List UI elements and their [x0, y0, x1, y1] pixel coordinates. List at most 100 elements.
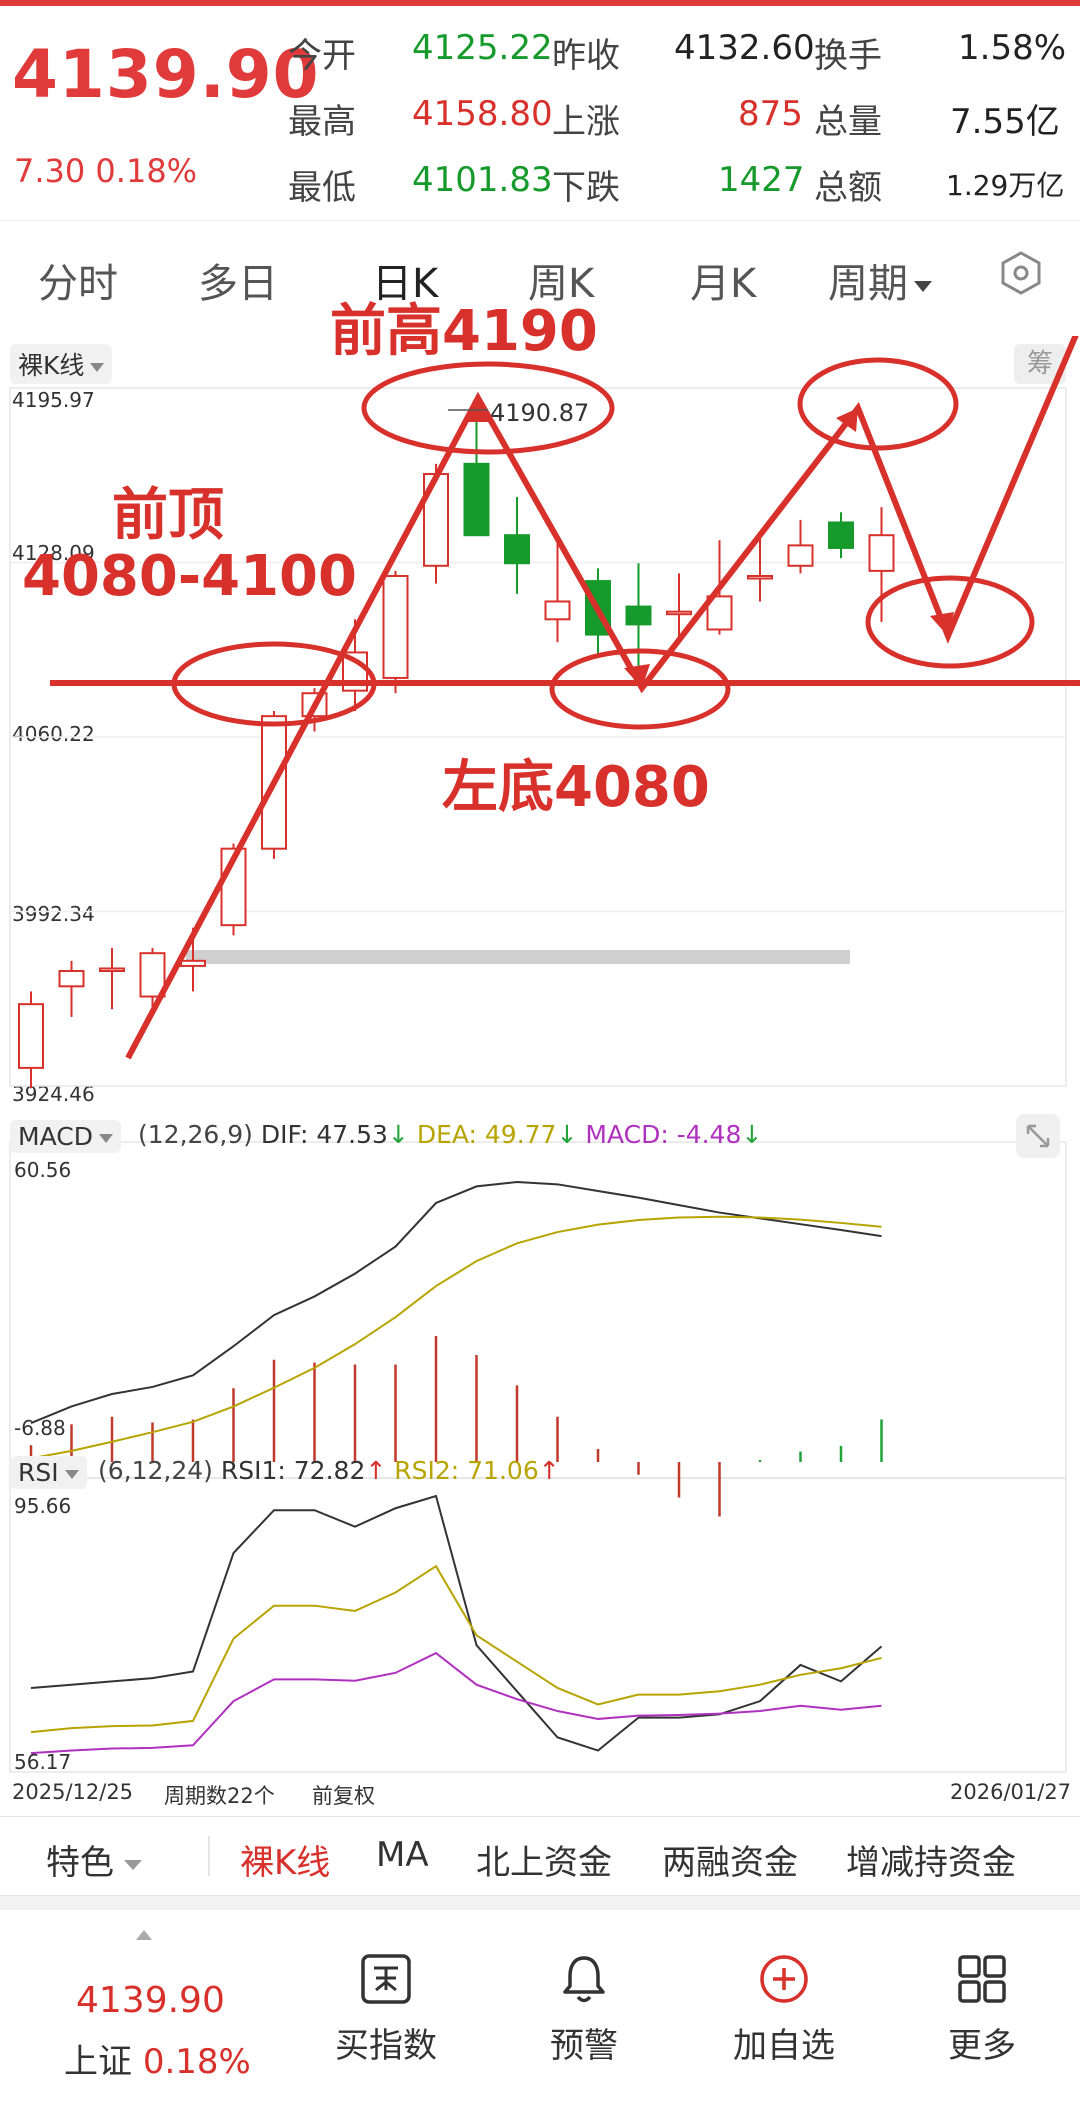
settings-hexagon-icon[interactable] — [998, 250, 1044, 296]
rsi-param-set: (6,12,24) — [98, 1456, 213, 1485]
candle-body — [787, 544, 814, 567]
subtab-holdings[interactable]: 增减持资金 — [846, 1835, 1016, 1884]
candle-body — [625, 605, 652, 626]
macd-label: MACD — [18, 1122, 93, 1151]
tab-multi-day[interactable]: 多日 — [198, 251, 278, 309]
stat-value-up: 875 — [738, 94, 803, 134]
arrow-up-icon: ↑ — [365, 1456, 387, 1485]
stat-value-low: 4101.83 — [412, 160, 553, 200]
rsi-y-top: 95.66 — [14, 1494, 72, 1518]
chevron-down-icon — [124, 1859, 142, 1870]
candle-body — [58, 970, 85, 988]
macd-y-bottom: -6.88 — [14, 1416, 66, 1440]
stat-value-down: 1427 — [718, 160, 805, 200]
stat-label-high: 最高 — [288, 102, 356, 142]
candle-body — [99, 967, 125, 973]
stat-value-high: 4158.80 — [412, 94, 553, 134]
adjust-mode: 前复权 — [312, 1784, 375, 1808]
macd-dea-value: DEA: 49.77 — [416, 1120, 557, 1149]
stat-label-low: 最低 — [288, 168, 356, 208]
period-count: 周期数22个 — [164, 1784, 275, 1808]
candle-body — [747, 574, 773, 580]
stat-label-prev-close: 昨收 — [552, 36, 620, 76]
arrow-down-icon: ↓ — [387, 1120, 409, 1149]
date-end: 2026/01/27 — [950, 1780, 1072, 1804]
rsi-y-bottom: 56.17 — [14, 1750, 72, 1774]
grid-icon — [958, 1955, 1006, 2003]
candle-body — [828, 521, 854, 549]
macd-hist-value: MACD: -4.48 — [585, 1120, 742, 1149]
stat-label-amount: 总额 — [814, 168, 882, 208]
expand-up-icon[interactable] — [136, 1930, 152, 1940]
macd-params: (12,26,9) DIF: 47.53↓ DEA: 49.77↓ MACD: … — [138, 1120, 762, 1149]
macd-param-set: (12,26,9) — [138, 1120, 253, 1149]
section-gap — [0, 1896, 1080, 1910]
subtab-margin[interactable]: 两融资金 — [662, 1835, 798, 1884]
rsi-selector[interactable]: RSI — [10, 1456, 87, 1489]
more-button[interactable]: 更多 — [912, 1952, 1052, 2067]
stat-label-down: 下跌 — [552, 168, 620, 208]
candle-body — [666, 610, 692, 616]
bell-icon — [563, 1956, 605, 2003]
more-label: 更多 — [948, 2026, 1016, 2066]
stat-label-open: 今开 — [288, 36, 356, 76]
expand-icon[interactable] — [1016, 1114, 1060, 1158]
annotation-path — [125, 336, 1079, 1060]
annotation-prev-high: 前高4190 — [330, 299, 598, 364]
stat-value-open: 4125.22 — [412, 28, 553, 68]
current-price: 4139.90 — [12, 36, 320, 113]
alert-label: 预警 — [550, 2026, 618, 2066]
tab-period-dropdown[interactable]: 周期 — [828, 251, 932, 309]
stat-label-turnover: 换手 — [814, 36, 882, 76]
bottom-index-change: 0.18% — [142, 2042, 251, 2082]
add-watchlist-label: 加自选 — [733, 2026, 835, 2066]
candle-body — [18, 1003, 44, 1069]
tab-intraday[interactable]: 分时 — [38, 251, 118, 309]
chevron-down-icon — [98, 1133, 113, 1143]
stat-label-volume: 总量 — [814, 102, 882, 142]
subtab-naked-k[interactable]: 裸K线 — [240, 1835, 330, 1884]
candle-body — [463, 462, 490, 537]
annotation-circle-right-high — [797, 357, 959, 451]
buy-index-label: 买指数 — [335, 2026, 437, 2066]
annotation-prev-top-range: 4080-4100 — [22, 544, 357, 609]
bottom-price: 4139.90 — [76, 1980, 225, 2021]
subtab-featured-label: 特色 — [46, 1843, 114, 1883]
add-watchlist-button[interactable]: 加自选 — [714, 1952, 854, 2067]
annotation-prev-top: 前顶 — [112, 483, 224, 548]
stat-label-up: 上涨 — [552, 102, 620, 142]
alert-button[interactable]: 预警 — [514, 1952, 654, 2067]
tab-period-label: 周期 — [828, 261, 908, 307]
tab-monthly-k[interactable]: 月K — [690, 251, 756, 309]
bottom-index-summary: 上证 0.18% — [64, 2034, 251, 2083]
price-change: 7.30 0.18% — [14, 152, 198, 190]
date-start: 2025/12/25 — [12, 1780, 134, 1804]
indicator-subtabs: 特色 裸K线 MA 北上资金 两融资金 增减持资金 — [0, 1816, 1080, 1896]
macd-selector[interactable]: MACD — [10, 1120, 121, 1153]
rsi1-value: RSI1: 72.82 — [220, 1456, 366, 1485]
buy-index-button[interactable]: 买指数 — [316, 1952, 456, 2067]
rsi-params: (6,12,24) RSI1: 72.82↑ RSI2: 71.06↑ — [98, 1456, 560, 1485]
chevron-down-icon — [914, 280, 932, 292]
candle-body — [868, 534, 895, 572]
macd-dea-line — [30, 1215, 882, 1460]
support-band — [186, 950, 850, 964]
candle-body — [544, 600, 571, 621]
rsi-pane-frame — [9, 1477, 1067, 1773]
candle-body — [504, 534, 530, 565]
subtab-ma[interactable]: MA — [376, 1835, 429, 1875]
macd-dif-value: DIF: 47.53 — [260, 1120, 388, 1149]
macd-y-top: 60.56 — [14, 1158, 72, 1182]
quote-header: 4139.90 7.30 0.18% 今开 4125.22 昨收 4132.60… — [0, 6, 1080, 218]
subtab-featured[interactable]: 特色 — [46, 1835, 142, 1884]
subtab-northbound[interactable]: 北上资金 — [476, 1835, 612, 1884]
stat-value-amount: 1.29万亿 — [946, 169, 1065, 202]
stat-value-prev-close: 4132.60 — [674, 28, 815, 68]
stat-value-volume: 7.55亿 — [950, 102, 1060, 142]
arrow-down-icon: ↓ — [556, 1120, 578, 1149]
bottom-index-name: 上证 — [64, 2042, 132, 2082]
arrow-up-icon: ↑ — [538, 1456, 560, 1485]
add-watch-icon — [760, 1955, 808, 2003]
candle-body — [382, 574, 409, 679]
rsi2-value: RSI2: 71.06 — [394, 1456, 539, 1485]
